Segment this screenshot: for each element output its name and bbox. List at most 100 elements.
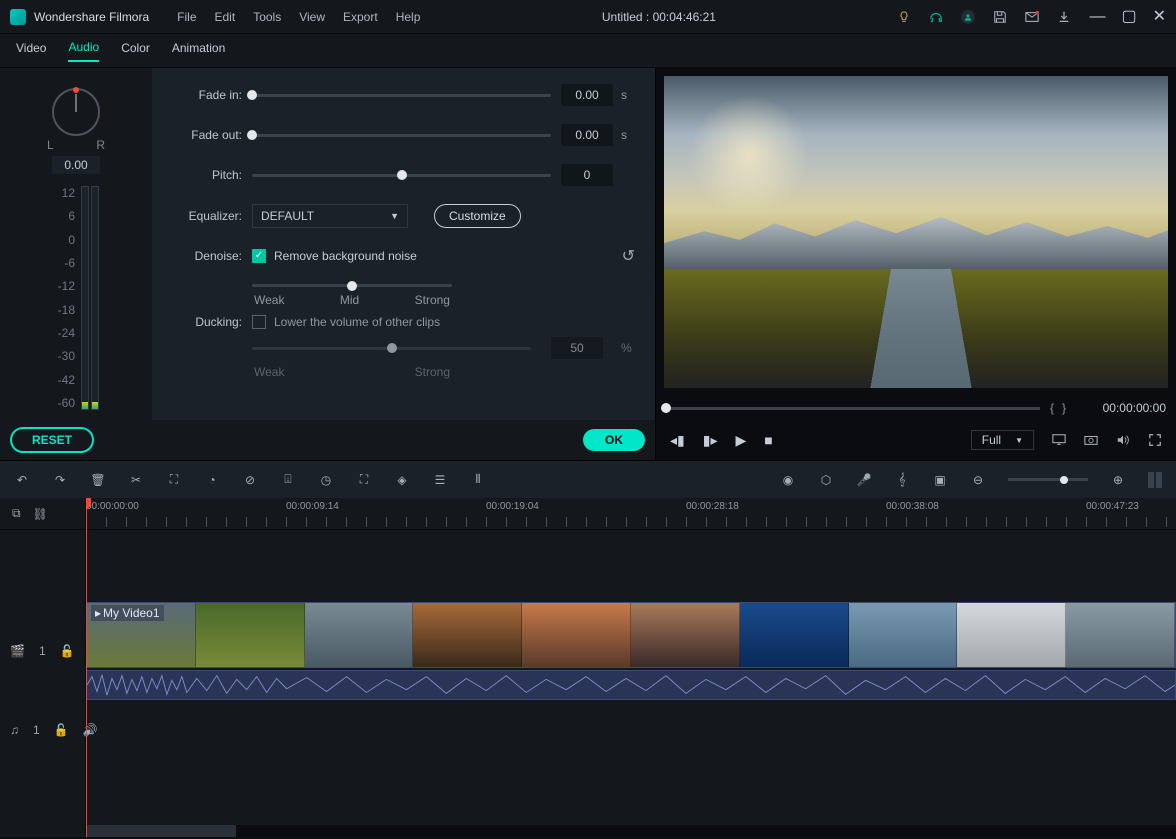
pitch-slider[interactable] <box>252 174 551 177</box>
prev-frame-button[interactable]: ◂▮ <box>670 432 685 449</box>
detach-icon[interactable]: ⛶ <box>356 472 372 488</box>
playhead[interactable] <box>86 498 87 837</box>
fade-in-slider[interactable] <box>252 94 551 97</box>
equalizer-label: Equalizer: <box>162 209 242 223</box>
freeze-icon[interactable]: ⊘ <box>242 472 258 488</box>
menu-export[interactable]: Export <box>343 10 378 24</box>
menu-file[interactable]: File <box>177 10 196 24</box>
tab-animation[interactable]: Animation <box>172 41 225 61</box>
minimize-button[interactable]: — <box>1089 10 1105 24</box>
preview-panel: { } 00:00:00:00 ◂▮ ▮▸ ▶ ■ Full ▼ <box>655 68 1176 460</box>
lock-icon[interactable]: 🔓 <box>54 723 69 737</box>
close-button[interactable]: ✕ <box>1153 10 1166 24</box>
title-bar: Wondershare Filmora File Edit Tools View… <box>0 0 1176 34</box>
denoise-reset-icon[interactable]: ↺ <box>622 246 635 266</box>
pitch-label: Pitch: <box>162 168 242 182</box>
duration-icon[interactable]: ◷ <box>318 472 334 488</box>
render-icon[interactable]: ◉ <box>780 472 796 488</box>
zoom-in-icon[interactable]: ⊕ <box>1110 472 1126 488</box>
marker-down-icon[interactable]: ⍗ <box>280 472 296 488</box>
fade-out-slider[interactable] <box>252 134 551 137</box>
zoom-slider[interactable] <box>1008 478 1088 481</box>
fullscreen-icon[interactable] <box>1148 433 1162 447</box>
crop-icon[interactable]: ⛶ <box>166 472 182 488</box>
ducking-slider[interactable] <box>252 347 531 350</box>
tab-audio[interactable]: Audio <box>68 40 99 62</box>
app-name: Wondershare Filmora <box>34 10 149 24</box>
chevron-down-icon: ▼ <box>390 211 399 221</box>
audio-track-icon: ♫ <box>10 723 19 737</box>
save-icon[interactable] <box>993 10 1007 24</box>
snapshot-icon[interactable] <box>1084 433 1098 447</box>
customize-button[interactable]: Customize <box>434 204 521 228</box>
chevron-down-icon: ▼ <box>1015 436 1023 445</box>
menu-view[interactable]: View <box>299 10 325 24</box>
pan-dial[interactable] <box>52 88 100 136</box>
undo-icon[interactable]: ↶ <box>14 472 30 488</box>
delete-icon[interactable]: 🗑 <box>90 472 106 488</box>
marker-icon[interactable]: ⬡ <box>818 472 834 488</box>
preview-progress[interactable] <box>666 407 1040 410</box>
denoise-checkbox[interactable] <box>252 249 266 263</box>
equalizer-select[interactable]: DEFAULT ▼ <box>252 204 408 228</box>
stop-button[interactable]: ■ <box>764 432 772 448</box>
pitch-value[interactable]: 0 <box>561 164 613 186</box>
zoom-out-icon[interactable]: ⊖ <box>970 472 986 488</box>
step-forward-button[interactable]: ▮▸ <box>703 432 718 449</box>
mark-out-icon[interactable]: } <box>1062 401 1066 415</box>
user-icon[interactable] <box>961 10 975 24</box>
maximize-button[interactable]: ▢ <box>1121 10 1136 24</box>
settings-icon[interactable]: ☰ <box>432 472 448 488</box>
fade-in-label: Fade in: <box>162 88 242 102</box>
display-icon[interactable] <box>1052 433 1066 447</box>
speed-icon[interactable]: ◔ <box>204 472 220 488</box>
reset-button[interactable]: RESET <box>10 427 94 453</box>
record-vo-icon[interactable]: 🎤 <box>856 472 872 488</box>
mail-icon[interactable] <box>1025 10 1039 24</box>
lightbulb-icon[interactable] <box>897 10 911 24</box>
timeline-toolbar: ↶ ↷ 🗑 ✂ ⛶ ◔ ⊘ ⍗ ◷ ⛶ ◈ ☰ ⦀ ◉ ⬡ 🎤 𝄞 ▣ ⊖ ⊕ <box>0 460 1176 498</box>
quality-select[interactable]: Full ▼ <box>971 430 1034 450</box>
denoise-slider[interactable] <box>252 284 452 287</box>
audio-clip[interactable] <box>86 670 1176 700</box>
dial-right-label: R <box>96 138 105 152</box>
audio-beat-icon[interactable]: ⦀ <box>470 472 486 488</box>
track-size-icon[interactable] <box>1148 472 1162 488</box>
timeline-ruler[interactable]: 00:00:00:00 00:00:09:14 00:00:19:04 00:0… <box>86 498 1176 530</box>
timeline: ⧉ ⛓ 🎬 1 🔓 👁 ♫ 1 🔓 🔊 00:00:00:00 00:00:09… <box>0 498 1176 837</box>
track-manage-icon[interactable]: ⧉ <box>12 506 21 521</box>
ducking-checkbox[interactable] <box>252 315 266 329</box>
menu-help[interactable]: Help <box>396 10 421 24</box>
tab-color[interactable]: Color <box>121 41 150 61</box>
mixer-icon[interactable]: 𝄞 <box>894 472 910 488</box>
volume-icon[interactable] <box>1116 433 1130 447</box>
frame-icon[interactable]: ▣ <box>932 472 948 488</box>
video-track-icon: 🎬 <box>10 644 25 658</box>
menu-edit[interactable]: Edit <box>215 10 236 24</box>
redo-icon[interactable]: ↷ <box>52 472 68 488</box>
denoise-label: Denoise: <box>162 249 242 263</box>
menu-tools[interactable]: Tools <box>253 10 281 24</box>
fade-out-label: Fade out: <box>162 128 242 142</box>
download-icon[interactable] <box>1057 10 1071 24</box>
clip-play-icon: ▸ <box>95 606 101 620</box>
play-button[interactable]: ▶ <box>735 432 746 449</box>
ducking-value[interactable]: 50 <box>551 337 603 359</box>
app-logo-icon <box>10 9 26 25</box>
fade-out-value[interactable]: 0.00 <box>561 124 613 146</box>
denoise-text: Remove background noise <box>274 249 417 263</box>
link-icon[interactable]: ⛓ <box>33 507 48 521</box>
lock-icon[interactable]: 🔓 <box>60 644 75 658</box>
keyframe-icon[interactable]: ◈ <box>394 472 410 488</box>
split-icon[interactable]: ✂ <box>128 472 144 488</box>
timeline-hscroll[interactable] <box>86 825 1176 837</box>
audio-panel: L R 0.00 12 6 0 -6 -12 -18 -24 -30 -42 -… <box>0 68 655 460</box>
video-clip[interactable]: ▸My Video1 <box>86 602 1176 668</box>
mark-in-icon[interactable]: { <box>1050 401 1054 415</box>
headphones-icon[interactable] <box>929 10 943 24</box>
ok-button[interactable]: OK <box>583 429 645 451</box>
dial-value: 0.00 <box>52 156 99 174</box>
tab-video[interactable]: Video <box>16 41 46 61</box>
fade-in-value[interactable]: 0.00 <box>561 84 613 106</box>
vu-meter: 12 6 0 -6 -12 -18 -24 -30 -42 -60 <box>53 186 99 410</box>
